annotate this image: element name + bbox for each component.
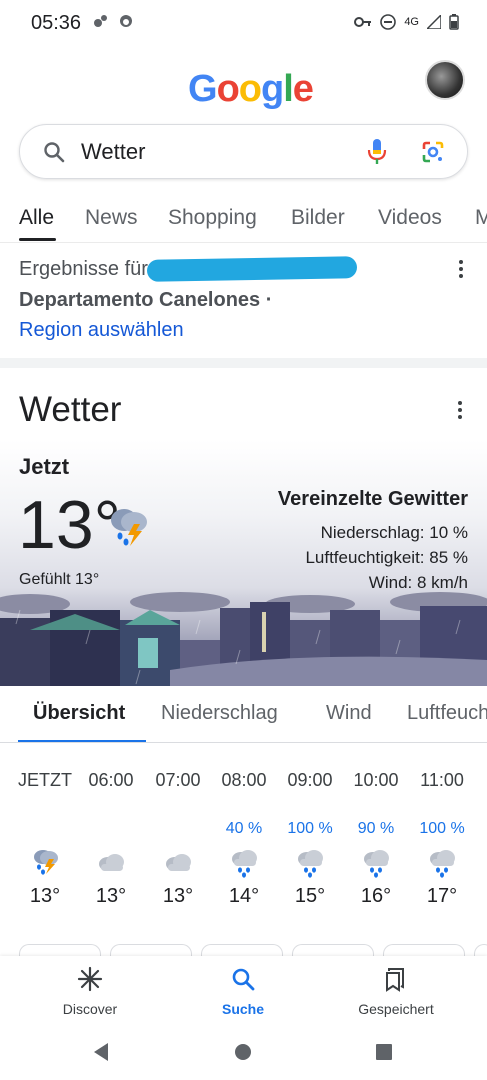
hour-column[interactable]: 06:00 13°	[81, 770, 141, 907]
search-icon	[44, 142, 65, 163]
google-logo[interactable]: Google	[188, 68, 314, 111]
nav-search[interactable]: Suche	[188, 966, 298, 1017]
signal-icon	[427, 15, 441, 29]
now-label: Jetzt	[19, 454, 70, 479]
search-icon	[232, 968, 255, 991]
hour-precipitation: 100 %	[287, 820, 333, 837]
location-more-icon[interactable]	[459, 260, 463, 278]
hour-column[interactable]: 10:00 90 % 16°	[346, 770, 406, 907]
hour-temperature: 16°	[360, 885, 392, 907]
hour-temperature: 13°	[95, 885, 127, 907]
tab-bilder[interactable]: Bilder	[291, 206, 345, 230]
hour-temperature: 14°	[228, 885, 260, 907]
hour-precipitation: 40 %	[225, 820, 263, 837]
settings-notification-icon	[94, 15, 107, 27]
weather-tab-humidity[interactable]: Luftfeuchtigkeit	[407, 702, 487, 725]
weather-current-panel: Jetzt 13° Gefühlt 13° Vereinzelte Gewitt…	[0, 440, 487, 686]
google-lens-icon[interactable]	[420, 139, 446, 165]
rain-icon	[232, 850, 257, 878]
location-name: Departamento Canelones ·	[19, 289, 273, 311]
weather-tab-overview[interactable]: Übersicht	[33, 702, 125, 725]
feels-like: Gefühlt 13°	[19, 571, 100, 588]
divider	[0, 242, 487, 243]
precipitation-stat: Niederschlag: 10 %	[320, 523, 468, 542]
bottom-navigation: Discover Suche Gespeichert	[0, 956, 487, 1028]
logo-letter: g	[261, 68, 284, 110]
nav-discover-label: Discover	[62, 1001, 118, 1017]
logo-letter: e	[292, 68, 314, 110]
weather-more-icon[interactable]	[458, 401, 462, 419]
hour-temperature: 17°	[426, 885, 458, 907]
recents-icon[interactable]	[375, 1043, 393, 1061]
back-icon[interactable]	[92, 1042, 110, 1062]
search-box[interactable]: Wetter	[19, 124, 468, 179]
search-tabs: Alle News Shopping Bilder Videos M	[0, 204, 487, 244]
rain-icon	[430, 850, 455, 878]
active-tab-indicator	[19, 238, 56, 241]
select-region-link[interactable]: Region auswählen	[19, 319, 184, 342]
microphone-icon[interactable]	[366, 138, 388, 166]
tab-shopping[interactable]: Shopping	[168, 206, 257, 230]
nav-saved[interactable]: Gespeichert	[341, 966, 451, 1017]
search-input[interactable]: Wetter	[81, 139, 145, 165]
avatar[interactable]	[425, 60, 465, 100]
system-navigation-bar	[0, 1028, 487, 1080]
hour-time: 09:00	[287, 770, 333, 790]
thunderstorm-icon	[34, 850, 58, 875]
weather-city-illustration	[0, 592, 487, 686]
weather-tab-precipitation[interactable]: Niederschlag	[161, 702, 278, 725]
vpn-key-icon	[354, 17, 372, 27]
logo-letter: o	[216, 68, 240, 110]
tab-more[interactable]: M	[475, 206, 487, 230]
weather-condition: Vereinzelte Gewitter	[277, 488, 468, 510]
dnd-icon	[380, 14, 397, 30]
hour-time: 07:00	[155, 770, 201, 790]
hour-time: 10:00	[353, 770, 399, 790]
hour-time: 11:00	[420, 770, 464, 790]
app-notification-icon	[120, 15, 132, 27]
hour-column[interactable]: 11:00 100 % 17°	[412, 770, 472, 907]
rain-icon	[364, 850, 389, 878]
tab-alle[interactable]: Alle	[19, 206, 54, 230]
asterisk-icon	[77, 966, 103, 992]
rain-icon	[298, 850, 323, 878]
hour-column[interactable]: 08:00 40 % 14°	[214, 770, 274, 907]
hour-time: JETZT	[18, 770, 72, 790]
hour-time: 08:00	[221, 770, 267, 790]
thunderstorm-icon	[111, 509, 147, 546]
results-for-label: Ergebnisse für	[19, 258, 148, 280]
weather-tab-wind[interactable]: Wind	[326, 702, 372, 725]
weather-tabs: Übersicht Niederschlag Wind Luftfeuchtig…	[0, 686, 487, 744]
hour-column[interactable]: 07:00 13°	[148, 770, 208, 907]
logo-letter: G	[188, 68, 218, 110]
redaction-mark	[146, 256, 358, 282]
network-label: 4G	[404, 16, 419, 28]
home-icon[interactable]	[234, 1043, 252, 1061]
bookmarks-icon	[386, 968, 404, 992]
nav-discover[interactable]: Discover	[35, 966, 145, 1017]
hour-column[interactable]: JETZT 13°	[15, 770, 75, 907]
status-time: 05:36	[31, 12, 82, 34]
cloud-icon	[166, 854, 191, 871]
weather-title: Wetter	[19, 390, 122, 429]
divider	[0, 742, 487, 743]
nav-search-label: Suche	[221, 1001, 264, 1017]
hour-precipitation: 90 %	[357, 820, 395, 837]
nav-saved-label: Gespeichert	[358, 1001, 434, 1017]
section-separator	[0, 358, 487, 368]
battery-icon	[449, 14, 459, 30]
cloud-icon	[99, 854, 124, 871]
logo-letter: o	[238, 68, 262, 110]
hour-temperature: 15°	[294, 885, 326, 907]
hour-temperature: 13°	[162, 885, 194, 907]
hour-temperature: 13°	[29, 885, 61, 907]
hour-column[interactable]: 09:00 100 % 15°	[280, 770, 340, 907]
tab-news[interactable]: News	[85, 206, 138, 230]
humidity-stat: Luftfeuchtigkeit: 85 %	[305, 548, 468, 567]
status-bar: 05:36 4G	[0, 0, 487, 48]
logo-letter: l	[283, 68, 294, 110]
tab-videos[interactable]: Videos	[378, 206, 442, 230]
hour-precipitation: 100 %	[419, 820, 465, 837]
hour-time: 06:00	[88, 770, 134, 790]
